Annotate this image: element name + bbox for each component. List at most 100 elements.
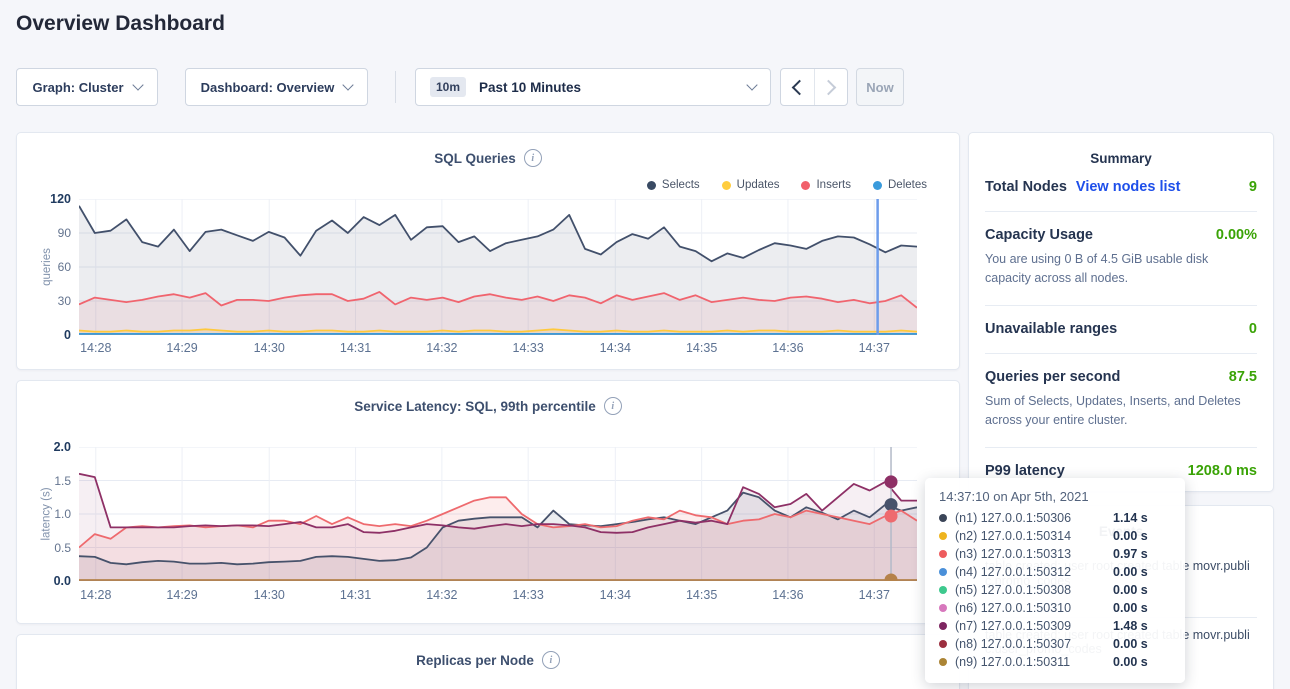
tooltip-row: (n7) 127.0.0.1:503091.48 s — [939, 617, 1171, 635]
sql-queries-plot[interactable] — [79, 199, 917, 335]
legend-dot-icon — [722, 181, 731, 190]
overview-dashboard-page: Overview Dashboard Graph: Cluster Dashbo… — [0, 0, 1290, 689]
tooltip-node-address: (n2) 127.0.0.1:50314 — [955, 529, 1105, 543]
tooltip-node-value: 1.14 s — [1113, 511, 1148, 525]
y-tick-label: 1.0 — [54, 507, 71, 521]
summary-value: 0 — [1249, 321, 1257, 337]
summary-label: Unavailable ranges — [985, 321, 1117, 337]
x-tick-label: 14:31 — [340, 588, 371, 602]
summary-value: 87.5 — [1229, 369, 1257, 385]
chart-title-row: Service Latency: SQL, 99th percentile i — [17, 397, 959, 415]
y-tick-label: 0.5 — [54, 541, 71, 555]
summary-panel: Summary Total Nodes View nodes list 9 Ca… — [968, 132, 1274, 492]
node-color-dot-icon — [939, 550, 947, 558]
x-tick-label: 14:33 — [513, 588, 544, 602]
legend-label: Selects — [662, 179, 700, 191]
time-range-dropdown[interactable]: 10m Past 10 Minutes — [415, 68, 771, 106]
x-tick-label: 14:35 — [686, 341, 717, 355]
x-tick-label: 14:30 — [254, 588, 285, 602]
x-tick-label: 14:34 — [600, 588, 631, 602]
summary-description: You are using 0 B of 4.5 GiB usable disk… — [985, 250, 1257, 289]
y-axis-labels: 0306090120 — [17, 199, 71, 335]
x-tick-label: 14:34 — [600, 341, 631, 355]
tooltip-node-address: (n8) 127.0.0.1:50307 — [955, 637, 1105, 651]
view-nodes-list-link[interactable]: View nodes list — [1076, 179, 1181, 195]
dashboard-dropdown[interactable]: Dashboard: Overview — [185, 68, 368, 106]
tooltip-node-address: (n3) 127.0.0.1:50313 — [955, 547, 1105, 561]
x-tick-label: 14:28 — [80, 341, 111, 355]
tooltip-row: (n5) 127.0.0.1:503080.00 s — [939, 581, 1171, 599]
summary-value: 1208.0 ms — [1188, 463, 1257, 479]
node-color-dot-icon — [939, 586, 947, 594]
tooltip-node-address: (n9) 127.0.0.1:50311 — [955, 655, 1105, 669]
graph-scope-label: Graph: Cluster — [32, 80, 123, 95]
x-tick-label: 14:31 — [340, 341, 371, 355]
info-icon[interactable]: i — [524, 149, 542, 167]
toolbar-divider — [395, 71, 396, 103]
summary-row-queries-per-second: Queries per second 87.5 Sum of Selects, … — [985, 354, 1257, 448]
time-prev-button[interactable] — [781, 69, 814, 105]
chart-title: Service Latency: SQL, 99th percentile — [354, 399, 596, 414]
tooltip-row: (n1) 127.0.0.1:503061.14 s — [939, 509, 1171, 527]
chevron-right-icon — [821, 79, 837, 95]
x-tick-label: 14:32 — [426, 341, 457, 355]
chart-title-row: Replicas per Node i — [17, 651, 959, 669]
x-tick-label: 14:36 — [772, 341, 803, 355]
y-tick-label: 120 — [50, 192, 71, 206]
replicas-per-node-chart-card: Replicas per Node i — [16, 634, 960, 689]
info-icon[interactable]: i — [604, 397, 622, 415]
tooltip-node-address: (n6) 127.0.0.1:50310 — [955, 601, 1105, 615]
y-tick-label: 90 — [58, 226, 71, 240]
legend-item-selects[interactable]: Selects — [647, 179, 700, 191]
legend-label: Deletes — [888, 179, 927, 191]
legend-item-inserts[interactable]: Inserts — [801, 179, 851, 191]
chevron-down-icon — [746, 79, 757, 90]
node-color-dot-icon — [939, 568, 947, 576]
tooltip-node-value: 0.00 s — [1113, 637, 1148, 651]
x-tick-label: 14:32 — [426, 588, 457, 602]
y-tick-label: 0.0 — [54, 574, 71, 588]
tooltip-timestamp: 14:37:10 on Apr 5th, 2021 — [939, 489, 1171, 504]
sql-queries-chart-card: SQL Queries i SelectsUpdatesInsertsDelet… — [16, 132, 960, 370]
summary-label: Queries per second — [985, 369, 1120, 385]
tooltip-node-value: 0.97 s — [1113, 547, 1148, 561]
summary-row-capacity-usage: Capacity Usage 0.00% You are using 0 B o… — [985, 212, 1257, 306]
legend-dot-icon — [873, 181, 882, 190]
now-button[interactable]: Now — [856, 68, 904, 106]
chevron-down-icon — [132, 79, 143, 90]
node-color-dot-icon — [939, 514, 947, 522]
tooltip-node-value: 0.00 s — [1113, 565, 1148, 579]
y-tick-label: 2.0 — [54, 440, 71, 454]
summary-heading: Summary — [985, 133, 1257, 166]
service-latency-chart-card: Service Latency: SQL, 99th percentile i … — [16, 380, 960, 624]
dashboard-label: Dashboard: Overview — [201, 80, 335, 95]
node-color-dot-icon — [939, 532, 947, 540]
chevron-down-icon — [343, 79, 354, 90]
x-tick-label: 14:33 — [513, 341, 544, 355]
node-color-dot-icon — [939, 658, 947, 666]
time-next-button[interactable] — [814, 69, 848, 105]
tooltip-row: (n4) 127.0.0.1:503120.00 s — [939, 563, 1171, 581]
node-color-dot-icon — [939, 604, 947, 612]
x-tick-label: 14:30 — [254, 341, 285, 355]
legend-label: Inserts — [816, 179, 851, 191]
chart-hover-tooltip: 14:37:10 on Apr 5th, 2021 (n1) 127.0.0.1… — [925, 478, 1185, 683]
service-latency-plot[interactable] — [79, 447, 917, 581]
legend-item-updates[interactable]: Updates — [722, 179, 780, 191]
y-tick-label: 0 — [64, 328, 71, 342]
x-tick-label: 14:36 — [772, 588, 803, 602]
legend-item-deletes[interactable]: Deletes — [873, 179, 927, 191]
legend-label: Updates — [737, 179, 780, 191]
tooltip-row: (n6) 127.0.0.1:503100.00 s — [939, 599, 1171, 617]
summary-description: Sum of Selects, Updates, Inserts, and De… — [985, 392, 1257, 431]
node-color-dot-icon — [939, 622, 947, 630]
info-icon[interactable]: i — [542, 651, 560, 669]
x-tick-label: 14:28 — [80, 588, 111, 602]
x-tick-label: 14:37 — [859, 588, 890, 602]
tooltip-row: (n3) 127.0.0.1:50313 0.97 s — [939, 545, 1171, 563]
tooltip-rows: (n1) 127.0.0.1:503061.14 s (n2) 127.0.0.1… — [939, 509, 1171, 671]
graph-scope-dropdown[interactable]: Graph: Cluster — [16, 68, 158, 106]
tooltip-node-value: 0.00 s — [1113, 655, 1148, 669]
time-range-label: Past 10 Minutes — [479, 80, 581, 95]
tooltip-node-value: 0.00 s — [1113, 583, 1148, 597]
